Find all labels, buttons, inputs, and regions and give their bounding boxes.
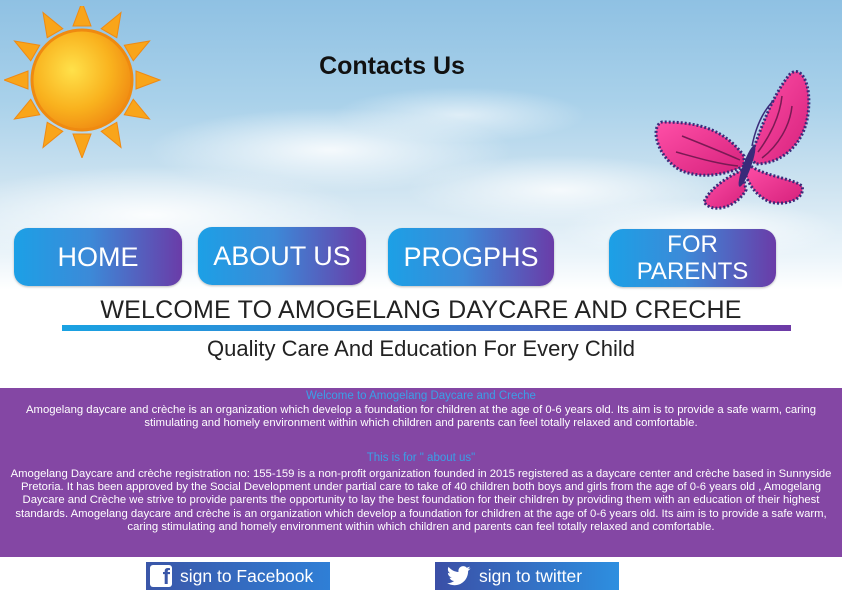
welcome-heading: WELCOME TO AMOGELANG DAYCARE AND CRECHE [100, 296, 742, 324]
panel-about-heading: This is for " about us" [366, 452, 476, 464]
nav-parents-label: FOR PARENTS [637, 231, 749, 285]
tagline: Quality Care And Education For Every Chi… [207, 336, 635, 361]
twitter-signin-label: sign to twitter [479, 565, 583, 586]
nav-programs-label: PROGPHS [403, 241, 539, 272]
twitter-signin-button[interactable]: sign to twitter [435, 562, 619, 590]
about-panel: Welcome to Amogelang Daycare and Creche … [0, 388, 842, 557]
heading-divider [62, 325, 791, 331]
nav-home-button[interactable]: HOME [14, 228, 182, 286]
nav-about-label: ABOUT US [213, 240, 351, 271]
sun-ray [72, 6, 92, 27]
nav-about-button[interactable]: ABOUT US [198, 227, 366, 285]
sun-ray [72, 133, 92, 158]
facebook-signin-label: sign to Facebook [180, 565, 314, 586]
facebook-signin-button[interactable]: f sign to Facebook [146, 562, 330, 590]
nav-programs-button[interactable]: PROGPHS [388, 228, 554, 286]
nav-parents-button[interactable]: FOR PARENTS [609, 229, 776, 287]
twitter-icon [447, 566, 471, 586]
nav-home-label: HOME [57, 241, 139, 272]
facebook-icon: f [150, 565, 172, 587]
sun-ray [4, 70, 29, 90]
panel-about-text: Amogelang Daycare and crèche registratio… [10, 468, 832, 533]
sun-ray [135, 70, 162, 90]
nav-parents-label-line2: PARENTS [636, 258, 749, 285]
butterfly-icon [654, 70, 811, 210]
panel-welcome-text: Amogelang daycare and crèche is an organ… [26, 404, 816, 430]
nav-parents-label-line1: FOR [667, 231, 718, 258]
panel-welcome-heading: Welcome to Amogelang Daycare and Creche [306, 390, 536, 402]
sun-icon [4, 6, 162, 158]
page-title: Contacts Us [319, 52, 465, 80]
